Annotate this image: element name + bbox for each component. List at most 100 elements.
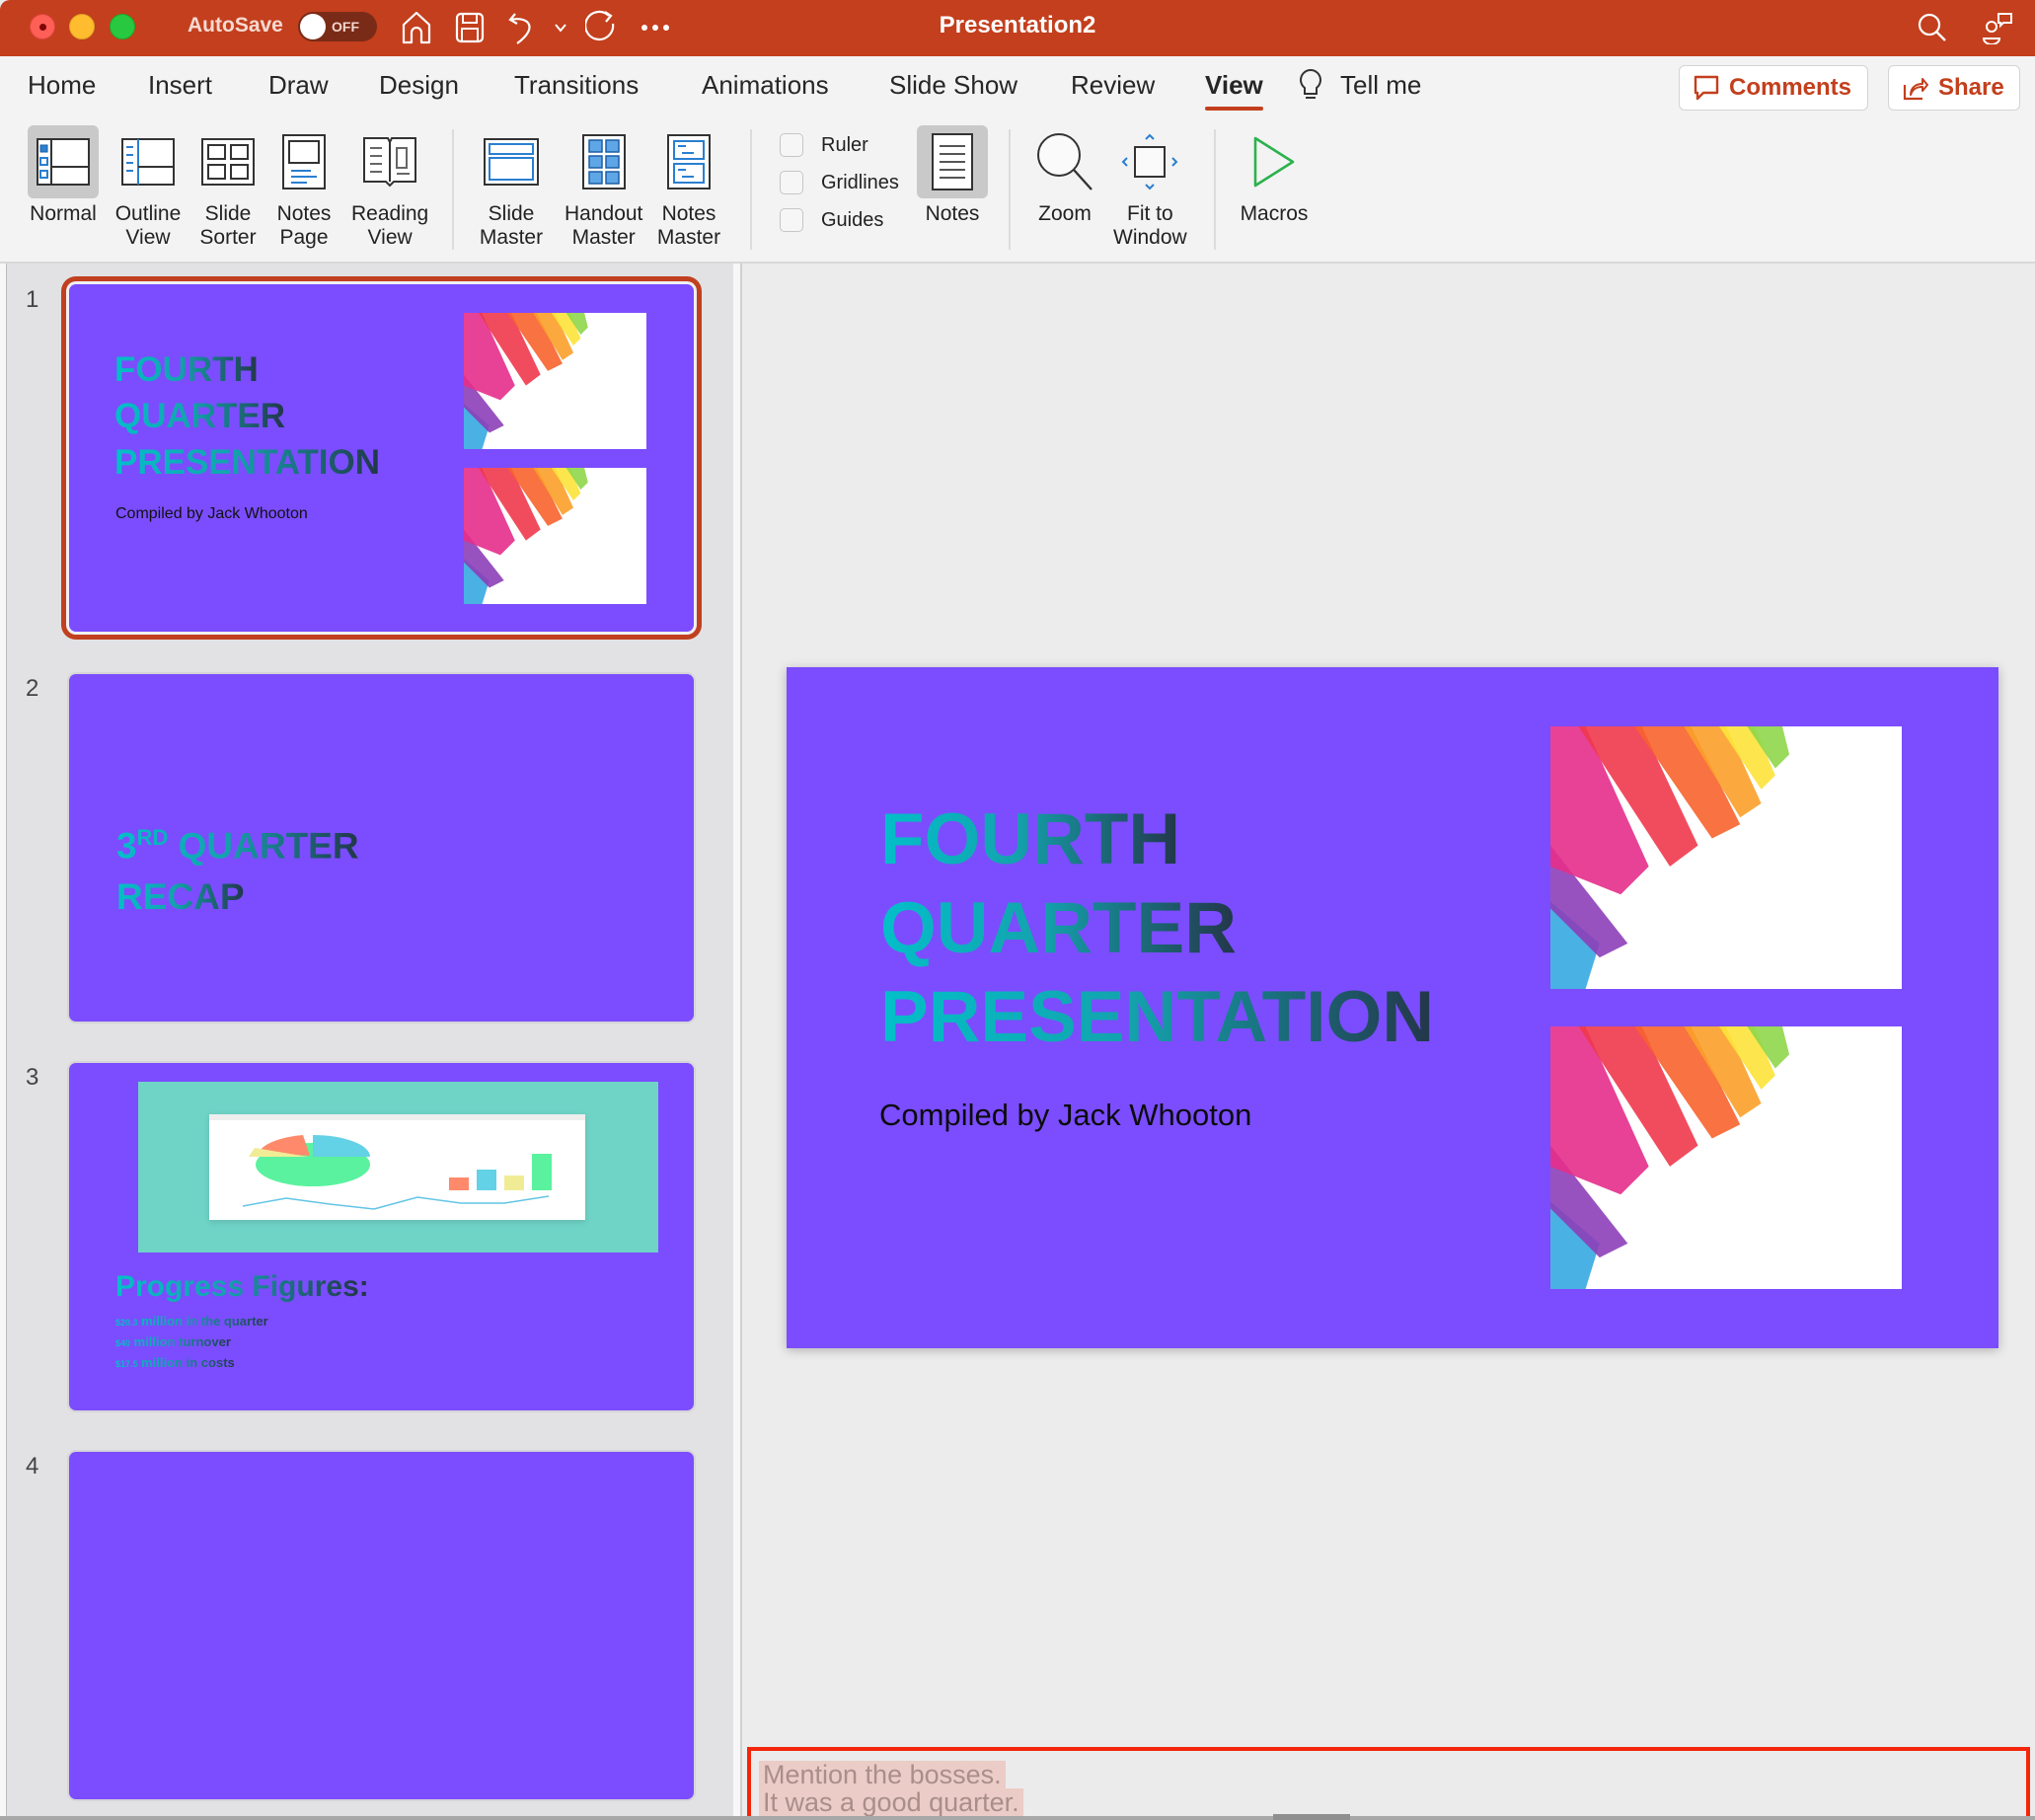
redo-icon[interactable] xyxy=(582,8,622,47)
document-title: Presentation2 xyxy=(939,12,1096,38)
slide-master-icon xyxy=(476,125,547,198)
comments-button[interactable]: Comments xyxy=(1679,65,1868,111)
undo-dropdown-icon[interactable] xyxy=(541,8,580,47)
home-icon[interactable] xyxy=(397,8,436,47)
slide-bullets: $20.3 million in the quarter $40 million… xyxy=(115,1312,268,1374)
share-button[interactable]: Share xyxy=(1888,65,2020,111)
slide-sorter-button[interactable]: Slide Sorter xyxy=(192,125,264,250)
slide-thumbnail-2[interactable]: 3RD QUARTER RECAP xyxy=(69,674,694,1022)
background-window-edge xyxy=(0,264,7,1820)
slide-thumbnail-3[interactable]: Progress Figures: $20.3 million in the q… xyxy=(69,1063,694,1410)
zoom-button[interactable]: Zoom xyxy=(1029,125,1100,250)
ribbon-separator xyxy=(452,129,454,250)
slide-master-button[interactable]: Slide Master xyxy=(476,125,547,250)
normal-view-icon xyxy=(28,125,99,198)
gridlines-checkbox[interactable]: Gridlines xyxy=(780,171,899,194)
maximize-window-button[interactable] xyxy=(110,14,135,39)
tab-home[interactable]: Home xyxy=(28,70,96,101)
tab-slide-show[interactable]: Slide Show xyxy=(889,70,1018,101)
save-icon[interactable] xyxy=(450,8,490,47)
toggle-knob xyxy=(300,14,326,39)
pane-splitter[interactable] xyxy=(733,264,742,1820)
paint-splash-image[interactable] xyxy=(1550,1026,1902,1289)
gridlines-label: Gridlines xyxy=(821,171,899,193)
ribbon-tabs: Home Insert Draw Design Transitions Anim… xyxy=(0,56,2035,123)
outline-view-label: Outline View xyxy=(114,202,182,249)
notes-master-label: Notes Master xyxy=(656,202,721,249)
reading-view-label: Reading View xyxy=(351,202,429,249)
play-macro-icon xyxy=(1239,125,1310,198)
slide-sorter-label: Slide Sorter xyxy=(199,202,257,249)
notes-line: It was a good quarter. xyxy=(759,1788,1023,1816)
notes-line: Mention the bosses. xyxy=(759,1761,1006,1788)
fit-to-window-icon xyxy=(1114,125,1185,198)
speaker-notes-pane[interactable]: Mention the bosses. It was a good quarte… xyxy=(747,1747,2030,1820)
notes-text[interactable]: Mention the bosses. It was a good quarte… xyxy=(759,1761,1023,1816)
splitter-handle[interactable] xyxy=(1273,1814,1350,1820)
autosave-toggle[interactable]: OFF xyxy=(298,12,377,41)
ruler-checkbox[interactable]: Ruler xyxy=(780,133,868,157)
outline-view-icon xyxy=(113,125,184,198)
normal-view-label: Normal xyxy=(30,202,97,225)
guides-checkbox[interactable]: Guides xyxy=(780,208,883,232)
autosave-state: OFF xyxy=(332,19,359,35)
more-icon[interactable] xyxy=(636,8,675,47)
notes-label: Notes xyxy=(925,202,980,225)
notes-page-button[interactable]: Notes Page xyxy=(268,125,339,250)
tab-animations[interactable]: Animations xyxy=(702,70,829,101)
zoom-label: Zoom xyxy=(1038,202,1092,225)
slide-sorter-icon xyxy=(192,125,264,198)
slide-number: 1 xyxy=(26,286,39,313)
slide-number: 2 xyxy=(26,675,39,702)
dashboard-charts-illustration xyxy=(242,1135,552,1210)
slide-number: 4 xyxy=(26,1453,39,1479)
tab-transitions[interactable]: Transitions xyxy=(514,70,639,101)
tab-insert[interactable]: Insert xyxy=(148,70,212,101)
notes-master-icon xyxy=(653,125,724,198)
slide-master-label: Slide Master xyxy=(479,202,544,249)
slide-title-textbox[interactable]: FOURTH QUARTER PRESENTATION xyxy=(880,796,1434,1062)
ribbon-separator xyxy=(1214,129,1216,250)
tab-design[interactable]: Design xyxy=(379,70,459,101)
guides-checkbox-box[interactable] xyxy=(780,208,803,232)
reading-view-button[interactable]: Reading View xyxy=(351,125,428,250)
slide-subtitle: Compiled by Jack Whooton xyxy=(115,505,308,522)
paint-splash-image xyxy=(464,468,646,604)
zoom-icon xyxy=(1029,125,1100,198)
comments-label: Comments xyxy=(1729,74,1852,101)
reading-view-icon xyxy=(354,125,425,198)
handout-master-icon xyxy=(568,125,640,198)
undo-icon[interactable] xyxy=(503,8,543,47)
normal-view-button[interactable]: Normal xyxy=(28,125,99,250)
ruler-checkbox-box[interactable] xyxy=(780,133,803,157)
minimize-window-button[interactable] xyxy=(69,14,95,39)
dashboard-image xyxy=(138,1082,658,1252)
dashboard-window-illustration xyxy=(209,1114,585,1220)
gridlines-checkbox-box[interactable] xyxy=(780,171,803,194)
slide-thumbnail-1[interactable]: FOURTH QUARTER PRESENTATION Compiled by … xyxy=(69,284,694,632)
notes-master-button[interactable]: Notes Master xyxy=(653,125,724,250)
fit-to-window-button[interactable]: Fit to Window xyxy=(1113,125,1187,250)
tab-review[interactable]: Review xyxy=(1071,70,1155,101)
slide-subtitle-textbox[interactable]: Compiled by Jack Whooton xyxy=(879,1098,1251,1133)
notes-toggle-button[interactable]: Notes xyxy=(917,125,988,250)
tell-me-search[interactable]: Tell me xyxy=(1340,70,1421,101)
current-slide-canvas[interactable]: FOURTH QUARTER PRESENTATION Compiled by … xyxy=(787,667,1998,1348)
outline-view-button[interactable]: Outline View xyxy=(113,125,184,250)
search-icon[interactable] xyxy=(1913,8,1952,47)
macros-button[interactable]: Macros xyxy=(1239,125,1310,250)
slide-thumbnail-4[interactable] xyxy=(69,1452,694,1799)
notes-splitter[interactable] xyxy=(0,1814,2035,1820)
guides-label: Guides xyxy=(821,208,884,231)
tab-draw[interactable]: Draw xyxy=(268,70,329,101)
bullet-item: $40 million turnover xyxy=(115,1332,231,1353)
paint-splash-image[interactable] xyxy=(1550,726,1902,989)
slide-title: FOURTH QUARTER PRESENTATION xyxy=(114,346,380,486)
autosave-label: AutoSave xyxy=(188,14,283,37)
collaborate-icon[interactable] xyxy=(1978,8,2017,47)
close-window-button[interactable] xyxy=(30,14,55,39)
title-bar: AutoSave OFF Presentation2 xyxy=(0,0,2035,56)
tab-view[interactable]: View xyxy=(1205,70,1263,111)
handout-master-button[interactable]: Handout Master xyxy=(565,125,642,250)
lightbulb-icon[interactable] xyxy=(1299,68,1322,109)
